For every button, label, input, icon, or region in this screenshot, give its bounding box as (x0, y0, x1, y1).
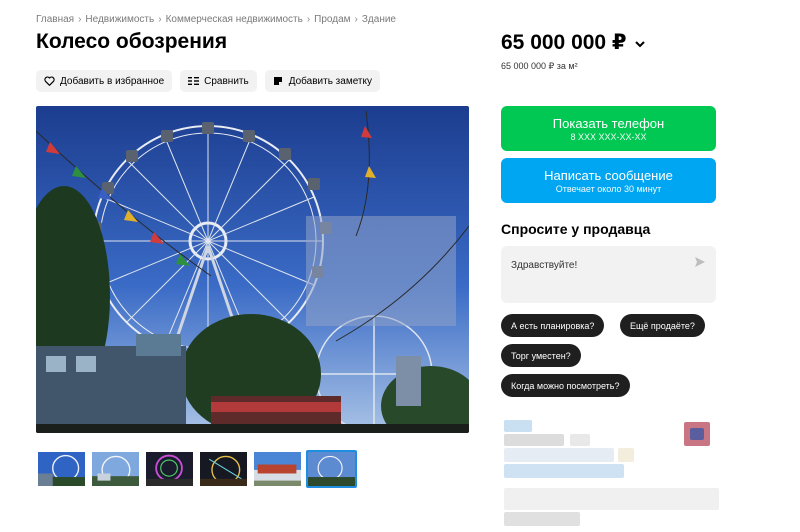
photo-thumbnail[interactable] (90, 450, 141, 488)
blurred-block (504, 512, 580, 526)
compare-icon (188, 76, 200, 87)
ask-seller-title: Спросите у продавца (501, 221, 651, 237)
listing-actions: Добавить в избранное Сравнить Добавить з… (36, 70, 380, 92)
breadcrumb-separator: › (354, 14, 358, 25)
phone-mask: 8 XXX XXX-XX-XX (570, 131, 647, 142)
seller-info-blurred (500, 416, 725, 532)
breadcrumb-real-estate[interactable]: Недвижимость (85, 14, 154, 25)
write-message-button[interactable]: Написать сообщение Отвечает около 30 мин… (501, 158, 716, 203)
add-to-favorites-button[interactable]: Добавить в избранное (36, 70, 173, 92)
price[interactable]: 65 000 000 ₽ (501, 30, 645, 55)
price-per-unit: 65 000 000 ₽ за м² (501, 61, 578, 71)
blurred-block (504, 488, 719, 510)
ask-seller-box (501, 246, 716, 303)
response-time: Отвечает около 30 минут (555, 183, 662, 194)
compare-button[interactable]: Сравнить (180, 70, 257, 92)
quick-question-chip[interactable]: Когда можно посмотреть? (501, 374, 630, 397)
chevron-down-icon[interactable] (634, 37, 645, 51)
breadcrumb-sell[interactable]: Продам (314, 14, 350, 25)
blurred-block (618, 448, 634, 462)
note-icon (273, 76, 284, 87)
breadcrumb-separator: › (306, 14, 311, 25)
send-icon[interactable] (694, 255, 706, 267)
blurred-block (504, 434, 564, 446)
write-message-label: Написать сообщение (544, 167, 673, 183)
blurred-block (504, 420, 532, 432)
photo-thumbnails (36, 450, 357, 488)
page-title: Колесо обозрения (36, 30, 228, 53)
breadcrumb-commercial[interactable]: Коммерческая недвижимость (166, 14, 303, 25)
quick-question-chip[interactable]: Торг уместен? (501, 344, 581, 367)
show-phone-button[interactable]: Показать телефон 8 XXX XXX-XX-XX (501, 106, 716, 151)
add-note-button[interactable]: Добавить заметку (264, 70, 380, 92)
photo-thumbnail-active[interactable] (306, 450, 357, 488)
blurred-block (504, 464, 624, 478)
photo-thumbnail[interactable] (144, 450, 195, 488)
breadcrumb-separator: › (158, 14, 162, 25)
quick-question-chip[interactable]: Ещё продаёте? (620, 314, 705, 337)
ask-seller-input[interactable] (511, 260, 681, 271)
photo-thumbnail[interactable] (36, 450, 87, 488)
blurred-block (690, 428, 704, 440)
add-to-favorites-label: Добавить в избранное (60, 75, 165, 87)
compare-label: Сравнить (204, 75, 249, 87)
show-phone-label: Показать телефон (552, 115, 665, 131)
photo-thumbnail[interactable] (198, 450, 249, 488)
main-photo[interactable] (36, 106, 469, 433)
price-value: 65 000 000 ₽ (501, 31, 627, 54)
breadcrumb-building[interactable]: Здание (362, 14, 396, 25)
breadcrumb-home[interactable]: Главная (36, 14, 74, 25)
heart-icon (44, 76, 55, 87)
photo-thumbnail[interactable] (252, 450, 303, 488)
add-note-label: Добавить заметку (288, 75, 372, 87)
breadcrumb-separator: › (78, 14, 82, 25)
blurred-block (504, 448, 614, 462)
blurred-block (570, 434, 590, 446)
quick-question-chip[interactable]: А есть планировка? (501, 314, 605, 337)
breadcrumb: Главная › Недвижимость › Коммерческая недвиж… (36, 14, 396, 25)
